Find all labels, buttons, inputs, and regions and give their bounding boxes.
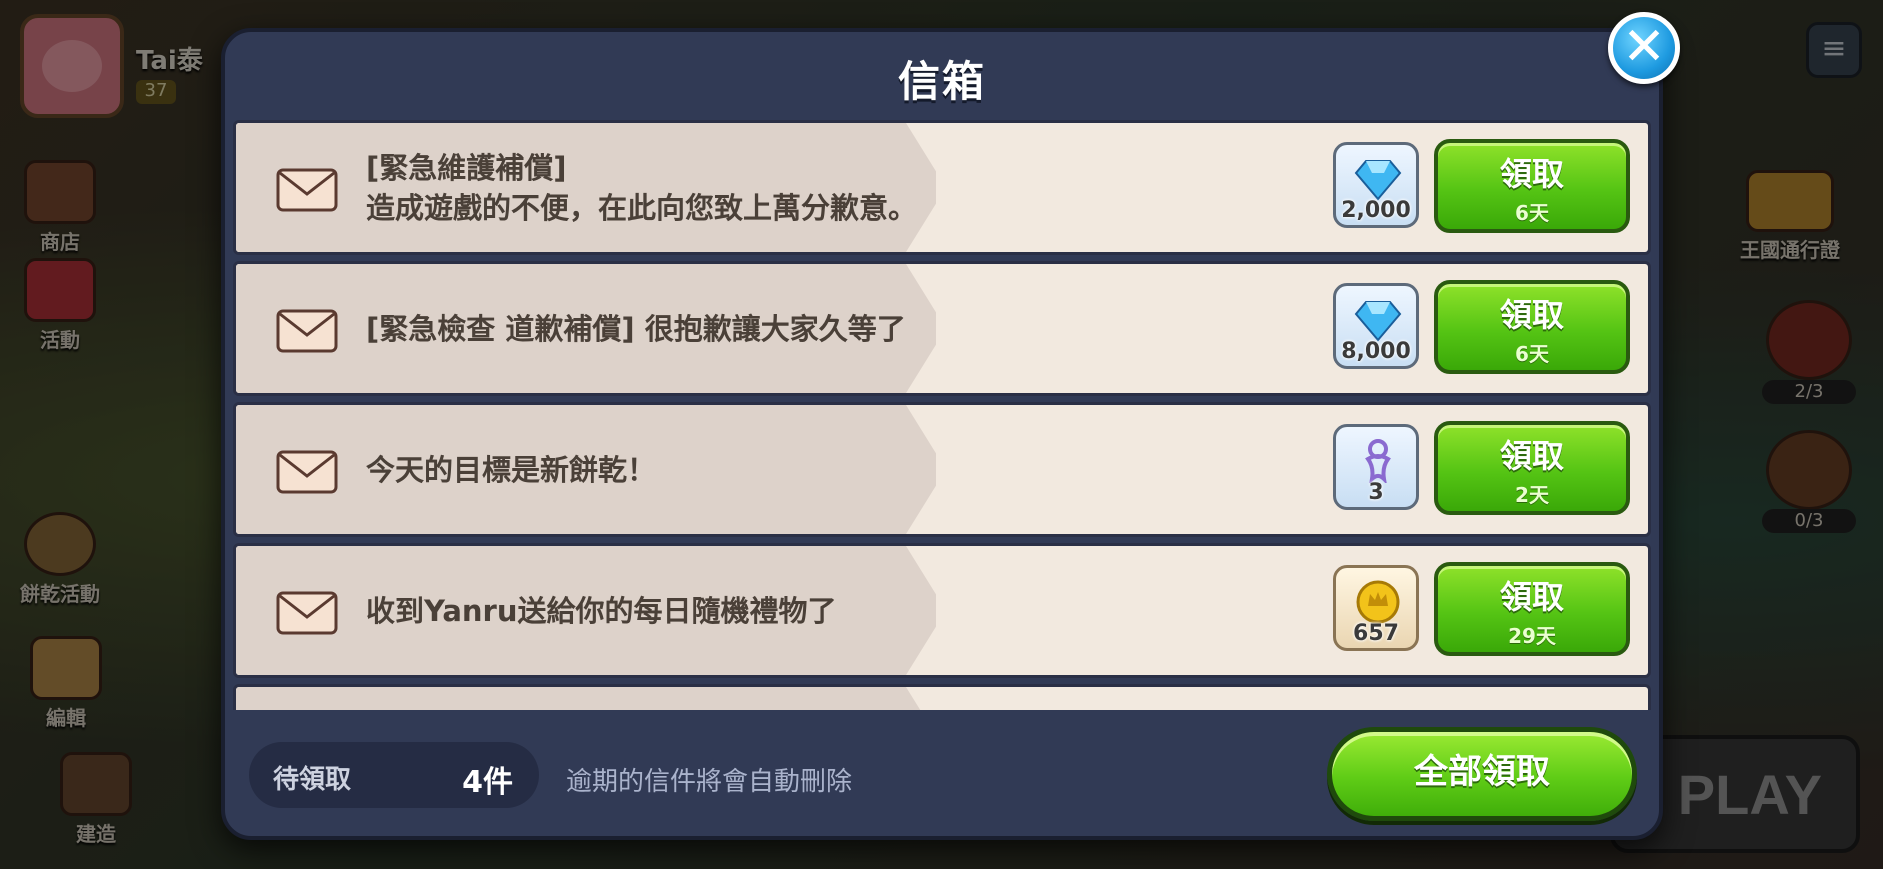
crystal-icon: [1354, 301, 1402, 342]
dialog-title: 信箱: [897, 57, 986, 106]
claim-button[interactable]: 領取 2天: [1434, 421, 1630, 515]
expiry-notice: 逾期的信件將會自動刪除: [566, 767, 853, 797]
claim-days: 6天: [1515, 342, 1549, 366]
reward-quantity: 2,000: [1341, 198, 1411, 223]
claim-days: 6天: [1515, 201, 1549, 225]
cookie-cutter-icon: [1365, 439, 1391, 483]
mail-title: [緊急檢查 道歉補償] 很抱歉讓大家久等了: [366, 311, 906, 346]
mail-list[interactable]: [緊急維護補償] 造成遊戲的不便，在此向您致上萬分歉意。 2,000 領取 6天…: [233, 120, 1651, 710]
mail-item-partial: [233, 684, 1651, 710]
mail-item: 今天的目標是新餅乾！ 3 領取 2天: [233, 402, 1651, 537]
close-icon[interactable]: ✕: [1608, 12, 1680, 84]
pending-counter: 待領取 4件: [249, 742, 539, 808]
envelope-icon: [276, 168, 338, 212]
claim-label: 領取: [1499, 437, 1564, 475]
claim-label: 領取: [1499, 578, 1564, 616]
pending-count: 4件: [462, 765, 513, 800]
dialog-footer: 待領取 4件 逾期的信件將會自動刪除 全部領取: [221, 712, 1663, 840]
reward-quantity: 3: [1368, 480, 1384, 505]
reward-slot[interactable]: 657: [1333, 565, 1419, 651]
claim-all-button[interactable]: 全部領取: [1327, 727, 1637, 821]
reward-slot[interactable]: 3: [1333, 424, 1419, 510]
mail-item: 收到Yanru送給你的每日隨機禮物了 657 領取 29天: [233, 543, 1651, 678]
envelope-icon: [276, 450, 338, 494]
mail-body: 造成遊戲的不便，在此向您致上萬分歉意。: [366, 190, 918, 225]
coin-icon: [1356, 580, 1400, 624]
claim-days: 2天: [1515, 483, 1549, 507]
mail-item: [緊急檢查 道歉補償] 很抱歉讓大家久等了 8,000 領取 6天: [233, 261, 1651, 396]
envelope-icon: [276, 591, 338, 635]
envelope-icon: [276, 309, 338, 353]
pending-label: 待領取: [273, 765, 352, 795]
reward-quantity: 657: [1353, 621, 1399, 646]
crystal-icon: [1354, 160, 1402, 201]
claim-days: 29天: [1508, 624, 1556, 648]
mail-title: [緊急維護補償]: [366, 150, 567, 185]
claim-button[interactable]: 領取 6天: [1434, 139, 1630, 233]
claim-button[interactable]: 領取 6天: [1434, 280, 1630, 374]
claim-label: 領取: [1499, 296, 1564, 334]
reward-slot[interactable]: 8,000: [1333, 283, 1419, 369]
reward-slot[interactable]: 2,000: [1333, 142, 1419, 228]
claim-button[interactable]: 領取 29天: [1434, 562, 1630, 656]
mail-title: 收到Yanru送給你的每日隨機禮物了: [366, 593, 837, 628]
claim-label: 領取: [1499, 155, 1564, 193]
mail-title: 今天的目標是新餅乾！: [366, 452, 657, 487]
mail-item: [緊急維護補償] 造成遊戲的不便，在此向您致上萬分歉意。 2,000 領取 6天: [233, 120, 1651, 255]
reward-quantity: 8,000: [1341, 339, 1411, 364]
